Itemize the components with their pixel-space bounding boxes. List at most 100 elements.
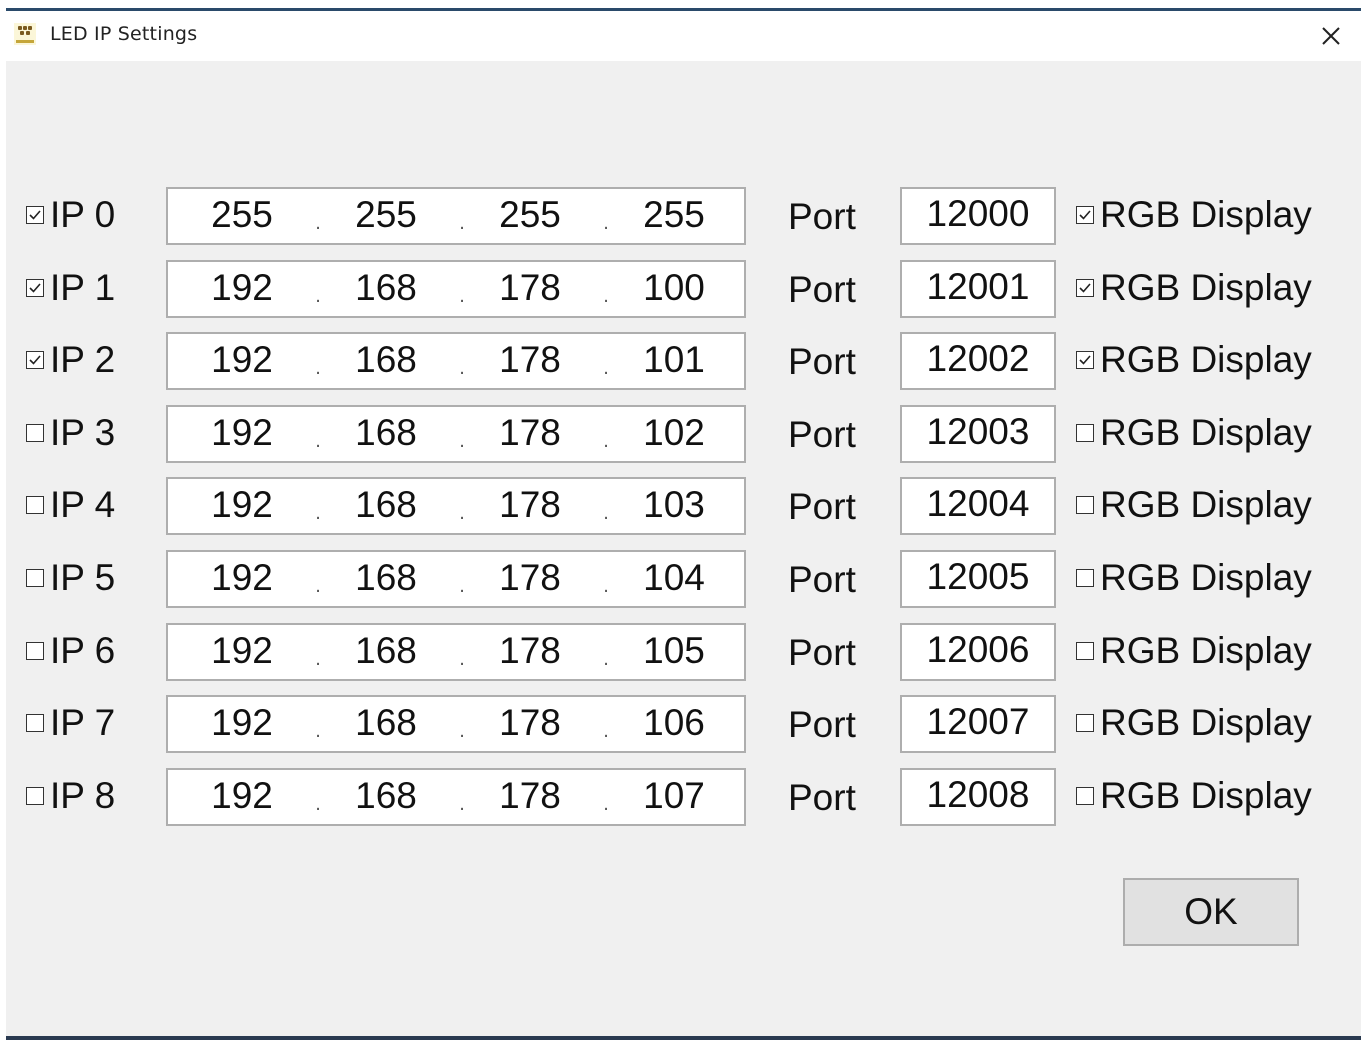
ip-separator-dot: . [603,285,609,307]
ip-octet-3[interactable]: 178 [490,556,570,600]
ip-octet-1[interactable]: 192 [202,556,282,600]
close-button[interactable] [1311,19,1351,53]
ip-address-field[interactable]: 192 168 178 101... [166,332,746,390]
port-field[interactable]: 12006 [900,623,1056,681]
checkbox-unchecked-icon [26,714,44,732]
rgb-display-checkbox[interactable]: RGB Display [1076,196,1312,233]
ip-octet-3[interactable]: 178 [490,483,570,527]
port-field[interactable]: 12001 [900,260,1056,318]
led-app-icon [14,23,36,45]
ip-octet-4[interactable]: 104 [634,556,714,600]
ip-octet-3[interactable]: 255 [490,193,570,237]
port-field[interactable]: 12000 [900,187,1056,245]
ip-enable-checkbox[interactable]: IP 8 [26,775,116,816]
ip-label: IP 4 [50,484,116,525]
ip-address-field[interactable]: 255 255 255 255... [166,187,746,245]
ip-address-field[interactable]: 192 168 178 104... [166,550,746,608]
rgb-display-checkbox[interactable]: RGB Display [1076,486,1312,523]
ip-enable-checkbox[interactable]: IP 2 [26,341,115,378]
ip-separator-dot: . [603,430,609,452]
ip-enable-checkbox[interactable]: IP 3 [26,412,116,453]
ip-separator-dot: . [315,357,321,379]
ip-row: IP 4 192 168 178 103... Port 12004 RGB Display [6,475,1361,537]
ip-enable-checkbox[interactable]: IP 1 [26,269,115,306]
ip-separator-dot: . [459,357,465,379]
ip-octet-4[interactable]: 102 [634,411,714,455]
rgb-display-checkbox[interactable]: RGB Display [1076,339,1312,380]
ok-button[interactable]: OK [1123,878,1299,946]
ip-octet-1[interactable]: 255 [202,193,282,237]
ip-octet-2[interactable]: 168 [346,338,426,382]
port-field[interactable]: 12004 [900,477,1056,535]
ip-octet-1[interactable]: 192 [202,338,282,382]
ip-octet-3[interactable]: 178 [490,629,570,673]
ip-address-field[interactable]: 192 168 178 102... [166,405,746,463]
ip-separator-dot: . [315,212,321,234]
ip-octet-4[interactable]: 255 [634,193,714,237]
port-label: Port [788,632,856,673]
ip-octet-4[interactable]: 100 [634,266,714,310]
ip-octet-4[interactable]: 103 [634,483,714,527]
ip-enable-checkbox[interactable]: IP 4 [26,484,116,525]
ip-octet-1[interactable]: 192 [202,629,282,673]
ip-octet-3[interactable]: 178 [490,701,570,745]
ip-octet-3[interactable]: 178 [490,774,570,818]
rgb-display-label: RGB Display [1100,339,1312,380]
ip-octet-2[interactable]: 168 [346,483,426,527]
ip-enable-checkbox[interactable]: IP 0 [26,196,115,233]
port-field[interactable]: 12003 [900,405,1056,463]
ip-separator-dot: . [603,502,609,524]
port-field[interactable]: 12007 [900,695,1056,753]
ip-octet-1[interactable]: 192 [202,411,282,455]
ip-enable-checkbox[interactable]: IP 5 [26,559,115,596]
port-field[interactable]: 12005 [900,550,1056,608]
ip-enable-checkbox[interactable]: IP 7 [26,702,116,743]
ip-enable-checkbox[interactable]: IP 6 [26,632,115,669]
rgb-display-checkbox[interactable]: RGB Display [1076,704,1312,741]
ip-separator-dot: . [459,285,465,307]
ip-separator-dot: . [603,357,609,379]
ip-octet-4[interactable]: 106 [634,701,714,745]
ip-address-field[interactable]: 192 168 178 103... [166,477,746,535]
ip-octet-2[interactable]: 168 [346,266,426,310]
ip-octet-1[interactable]: 192 [202,701,282,745]
ip-octet-2[interactable]: 255 [346,193,426,237]
ip-octet-4[interactable]: 105 [634,629,714,673]
ip-octet-2[interactable]: 168 [346,774,426,818]
ip-octet-4[interactable]: 101 [634,338,714,382]
rgb-display-checkbox[interactable]: RGB Display [1076,414,1312,451]
checkbox-checked-icon [1076,206,1094,224]
ip-label: IP 8 [50,775,116,816]
port-field[interactable]: 12008 [900,768,1056,826]
ip-octet-3[interactable]: 178 [490,266,570,310]
rgb-display-checkbox[interactable]: RGB Display [1076,269,1312,306]
ip-octet-3[interactable]: 178 [490,411,570,455]
port-field[interactable]: 12002 [900,332,1056,390]
rgb-display-checkbox[interactable]: RGB Display [1076,777,1312,814]
ip-octet-2[interactable]: 168 [346,556,426,600]
ip-octet-2[interactable]: 168 [346,629,426,673]
ip-octet-2[interactable]: 168 [346,411,426,455]
ip-address-field[interactable]: 192 168 178 107... [166,768,746,826]
ip-label: IP 7 [50,702,116,743]
ip-octet-2[interactable]: 168 [346,701,426,745]
ip-octet-3[interactable]: 178 [490,338,570,382]
ip-separator-dot: . [315,793,321,815]
ip-address-field[interactable]: 192 168 178 106... [166,695,746,753]
rgb-display-checkbox[interactable]: RGB Display [1076,559,1312,596]
ip-octet-1[interactable]: 192 [202,774,282,818]
led-ip-settings-window: LED IP Settings IP 0 255 255 255 255... Port 1… [6,8,1361,1040]
ip-row: IP 6 192 168 178 105... Port 12006 RGB Display [6,621,1361,683]
ip-separator-dot: . [603,575,609,597]
ip-separator-dot: . [459,502,465,524]
checkbox-unchecked-icon [1076,787,1094,805]
ip-octet-1[interactable]: 192 [202,483,282,527]
ip-address-field[interactable]: 192 168 178 100... [166,260,746,318]
checkbox-unchecked-icon [1076,714,1094,732]
ip-octet-4[interactable]: 107 [634,774,714,818]
ip-address-field[interactable]: 192 168 178 105... [166,623,746,681]
rgb-display-checkbox[interactable]: RGB Display [1076,632,1312,669]
ip-label: IP 3 [50,412,116,453]
ip-separator-dot: . [315,502,321,524]
ip-octet-1[interactable]: 192 [202,266,282,310]
